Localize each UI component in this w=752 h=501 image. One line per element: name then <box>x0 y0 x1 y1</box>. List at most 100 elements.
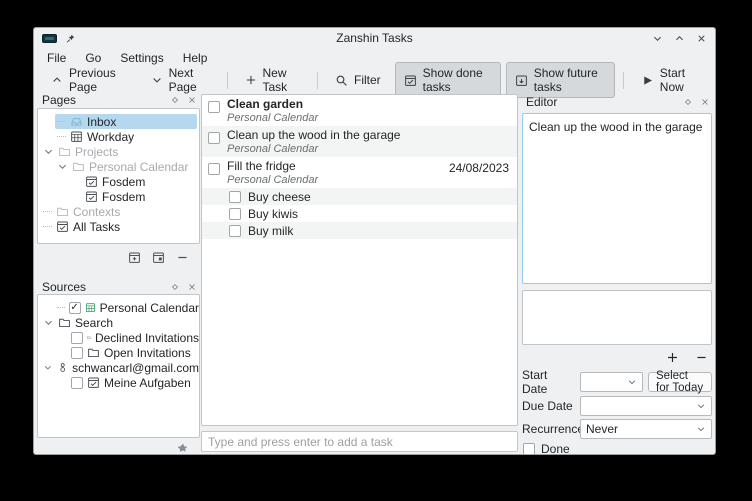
tree-item-label: Search <box>75 316 113 330</box>
source-checkbox[interactable] <box>71 347 83 359</box>
task-due-date: 24/08/2023 <box>449 161 509 175</box>
subtask-row[interactable]: Buy cheese <box>202 188 517 205</box>
toolbar-separator <box>227 72 228 89</box>
minus-icon <box>695 351 708 364</box>
subtask-title: Buy kiwis <box>248 207 298 221</box>
tree-item-label: Workday <box>87 130 134 144</box>
calendar-check-icon <box>56 220 69 233</box>
inbox-icon <box>70 115 83 128</box>
recurrence-value: Never <box>586 422 618 436</box>
float-panel-icon[interactable] <box>170 95 180 105</box>
minimize-icon[interactable] <box>652 33 663 44</box>
task-row[interactable]: Fill the fridge Personal Calendar 24/08/… <box>202 157 517 188</box>
pages-panel-header: Pages <box>37 93 201 106</box>
close-panel-icon[interactable] <box>187 95 197 105</box>
folder-icon <box>56 205 69 218</box>
source-item-search[interactable]: Search <box>38 315 199 330</box>
recurrence-label: Recurrence <box>522 422 575 436</box>
folder-icon <box>87 346 100 359</box>
task-checkbox[interactable] <box>229 225 241 237</box>
subtask-row[interactable]: Buy kiwis <box>202 205 517 222</box>
pages-panel-title: Pages <box>42 93 170 107</box>
task-source: Personal Calendar <box>227 143 400 155</box>
remove-page-icon[interactable] <box>176 251 189 264</box>
start-date-row: Start Date Select for Today <box>522 372 712 392</box>
source-item-declined-invitations[interactable]: Declined Invitations <box>38 330 199 345</box>
source-item-meine-aufgaben[interactable]: Meine Aufgaben <box>38 375 199 390</box>
task-row[interactable]: Clean up the wood in the garage Personal… <box>202 126 517 157</box>
sources-toolbar <box>177 440 189 454</box>
chevron-down-icon[interactable] <box>43 362 53 373</box>
pages-item-all-tasks[interactable]: All Tasks <box>38 219 199 234</box>
select-for-today-button[interactable]: Select for Today <box>648 372 712 392</box>
pages-item-fosdem-1[interactable]: Fosdem <box>38 174 199 189</box>
toolbar: Previous Page Next Page New Task Filter … <box>34 67 715 93</box>
attachment-list[interactable] <box>522 290 712 345</box>
source-checkbox[interactable] <box>69 302 81 314</box>
tree-item-label: Fosdem <box>102 190 145 204</box>
chevron-down-icon[interactable] <box>43 146 54 157</box>
pages-item-workday[interactable]: Workday <box>38 129 199 144</box>
source-item-account[interactable]: schwancarl@gmail.com <box>38 360 199 375</box>
task-checkbox[interactable] <box>208 163 220 175</box>
add-context-icon[interactable] <box>152 251 165 264</box>
titlebar[interactable]: Zanshin Tasks <box>34 28 715 48</box>
pages-item-personal-calendar[interactable]: Personal Calendar <box>38 159 199 174</box>
add-attachment-button[interactable] <box>665 350 679 364</box>
filter-button[interactable]: Filter <box>326 69 390 91</box>
add-project-icon[interactable] <box>128 251 141 264</box>
default-source-star-icon[interactable] <box>177 442 189 454</box>
subtask-row[interactable]: Buy milk <box>202 222 517 239</box>
calendar-future-icon <box>515 74 528 87</box>
task-checkbox[interactable] <box>208 132 220 144</box>
start-date-label: Start Date <box>522 368 575 396</box>
pages-item-fosdem-2[interactable]: Fosdem <box>38 189 199 204</box>
tree-item-label: Projects <box>75 145 118 159</box>
tree-item-label: Fosdem <box>102 175 145 189</box>
done-label: Done <box>541 442 570 456</box>
task-checkbox[interactable] <box>229 208 241 220</box>
task-title: Clean up the wood in the garage <box>227 129 400 142</box>
tree-item-label: Personal Calendar <box>100 301 199 315</box>
pages-toolbar <box>128 251 189 264</box>
close-icon[interactable] <box>696 33 707 44</box>
task-checkbox[interactable] <box>229 191 241 203</box>
desktop: { "titlebar": { "title": "Zanshin Tasks"… <box>0 0 752 501</box>
tree-item-label: Inbox <box>87 115 116 129</box>
pages-item-contexts[interactable]: Contexts <box>38 204 199 219</box>
folder-icon <box>58 145 71 158</box>
calendar-grid-icon <box>70 130 83 143</box>
editor-panel-title: Editor <box>526 95 683 109</box>
task-source: Personal Calendar <box>227 174 318 186</box>
tree-item-label: schwancarl@gmail.com <box>72 361 199 375</box>
sources-tree: Personal Calendar Search Declined Invita… <box>37 294 200 438</box>
source-checkbox[interactable] <box>71 377 83 389</box>
done-checkbox[interactable] <box>523 443 535 455</box>
remove-attachment-button[interactable] <box>694 350 708 364</box>
task-text-editor[interactable]: Clean up the wood in the garage <box>522 113 712 284</box>
source-item-personal-calendar[interactable]: Personal Calendar <box>38 300 199 315</box>
pages-item-projects[interactable]: Projects <box>38 144 199 159</box>
float-panel-icon[interactable] <box>683 97 693 107</box>
folder-icon <box>72 160 85 173</box>
pages-item-inbox[interactable]: Inbox <box>38 114 199 129</box>
start-date-combo[interactable] <box>580 372 643 392</box>
editor-panel-header: Editor <box>521 95 714 108</box>
due-date-combo[interactable] <box>580 396 712 416</box>
close-panel-icon[interactable] <box>187 282 197 292</box>
account-icon <box>57 361 68 374</box>
folder-icon <box>87 331 91 344</box>
chevron-down-icon[interactable] <box>43 317 54 328</box>
source-item-open-invitations[interactable]: Open Invitations <box>38 345 199 360</box>
task-checkbox[interactable] <box>208 101 220 113</box>
task-row[interactable]: Clean garden Personal Calendar <box>202 95 517 126</box>
source-checkbox[interactable] <box>71 332 83 344</box>
close-panel-icon[interactable] <box>700 97 710 107</box>
calendar-grid-icon <box>85 301 96 314</box>
add-task-input[interactable] <box>201 431 518 452</box>
chevron-down-icon[interactable] <box>57 161 68 172</box>
maximize-icon[interactable] <box>674 33 685 44</box>
recurrence-combo[interactable]: Never <box>580 419 712 439</box>
float-panel-icon[interactable] <box>170 282 180 292</box>
recurrence-row: Recurrence Never <box>522 419 712 439</box>
